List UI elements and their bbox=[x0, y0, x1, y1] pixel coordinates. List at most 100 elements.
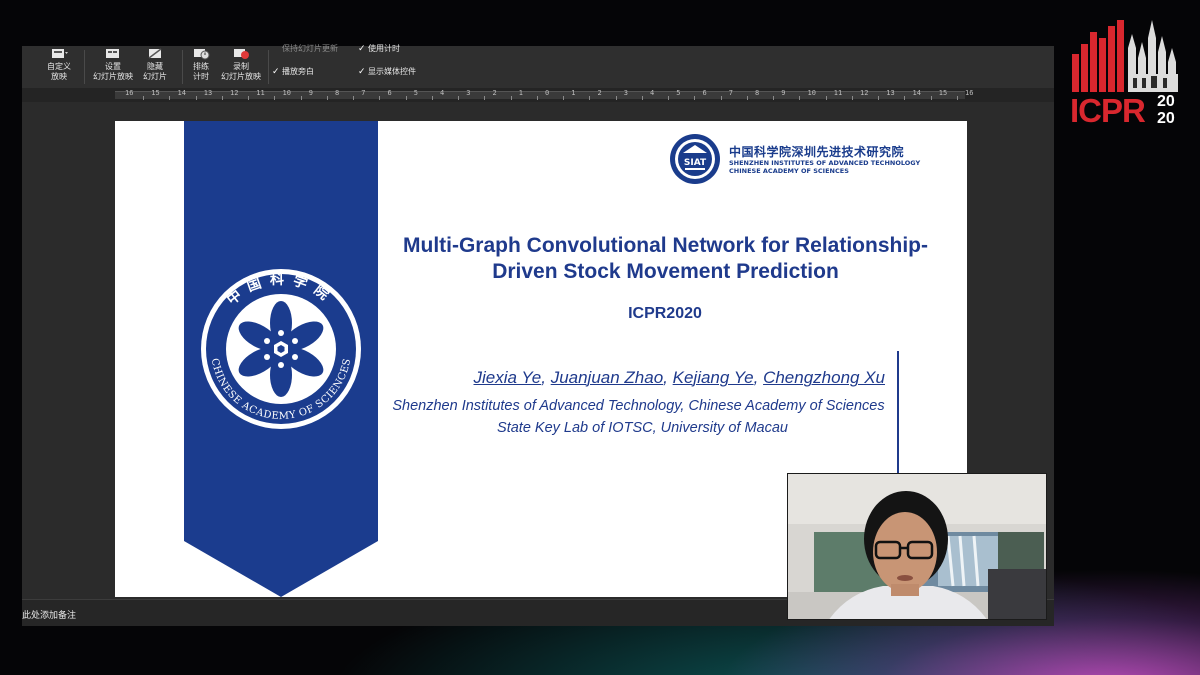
icpr-year-bottom: 20 bbox=[1157, 110, 1175, 127]
ruler-number: 14 bbox=[177, 89, 186, 97]
ruler-tick bbox=[405, 96, 407, 100]
check-icon: ✓ bbox=[272, 67, 280, 77]
ruler-number: 1 bbox=[518, 89, 523, 97]
ruler-tick bbox=[904, 96, 906, 100]
show-media-controls-checkbox[interactable]: ✓ 显示媒体控件 bbox=[358, 66, 416, 77]
ruler-number: 10 bbox=[807, 89, 816, 97]
hide-slide-icon bbox=[148, 48, 162, 59]
author-name: Chengzhong Xu bbox=[763, 368, 885, 387]
institute-chinese-name: 中国科学院深圳先进技术研究院 bbox=[729, 145, 905, 159]
ruler-number: 8 bbox=[335, 89, 340, 97]
ruler-tick bbox=[720, 96, 722, 100]
use-timings-checkbox[interactable]: ✓ 使用计时 bbox=[358, 43, 400, 54]
check-icon: ✓ bbox=[358, 67, 366, 77]
ruler-tick bbox=[930, 96, 932, 100]
ruler-tick bbox=[195, 96, 197, 100]
ruler-number: 16 bbox=[125, 89, 134, 97]
notes-placeholder: 此处添加备注 bbox=[22, 611, 77, 621]
ruler-number: 3 bbox=[466, 89, 471, 97]
ruler-tick bbox=[274, 96, 276, 100]
ruler-number: 16 bbox=[965, 89, 974, 97]
check-icon: ✓ bbox=[358, 44, 366, 54]
keep-slides-updated-checkbox[interactable]: 保持幻灯片更新 bbox=[272, 43, 338, 54]
ruler-tick bbox=[563, 96, 565, 100]
stopwatch-icon bbox=[194, 49, 210, 60]
ruler-tick bbox=[353, 96, 355, 100]
ribbon-separator bbox=[84, 50, 85, 84]
ruler-number: 11 bbox=[833, 89, 843, 97]
ruler-tick bbox=[379, 96, 381, 100]
slide-title: Multi-Graph Convolutional Network for Re… bbox=[373, 233, 958, 285]
custom-slideshow-label: 自定义 放映 bbox=[47, 62, 71, 81]
cas-emblem: 中国科学院 CHINESE ACADEMY OF SCIENCES bbox=[201, 269, 361, 429]
hide-slide-button[interactable]: 隐藏 幻灯片 bbox=[132, 46, 178, 88]
ruler-tick bbox=[169, 96, 171, 100]
ruler-tick bbox=[825, 96, 827, 100]
record-icon bbox=[234, 49, 249, 59]
ruler-tick bbox=[536, 96, 538, 100]
ruler-number: 5 bbox=[676, 89, 681, 97]
ruler-number: 7 bbox=[728, 89, 733, 97]
ruler-tick bbox=[326, 96, 328, 100]
title-line-1: Multi-Graph Convolutional Network for Re… bbox=[403, 234, 928, 257]
ruler-number: 13 bbox=[203, 89, 213, 97]
setup-slideshow-button[interactable]: 设置 幻灯片放映 bbox=[90, 46, 136, 88]
ruler-number: 4 bbox=[650, 89, 655, 97]
hide-slide-label: 隐藏 幻灯片 bbox=[143, 62, 167, 81]
ruler-number: 9 bbox=[308, 89, 313, 97]
ruler-number: 8 bbox=[755, 89, 760, 97]
ruler-number: 9 bbox=[781, 89, 786, 97]
ruler-tick bbox=[878, 96, 880, 100]
siat-logo-text: SIAT bbox=[684, 158, 707, 168]
siat-logo: SIAT bbox=[670, 134, 720, 184]
ruler-number: 12 bbox=[230, 89, 239, 97]
affiliation-2: State Key Lab of IOTSC, University of Ma… bbox=[497, 420, 788, 436]
ruler-number: 2 bbox=[597, 89, 602, 97]
ruler-number: 11 bbox=[256, 89, 265, 97]
ruler-tick bbox=[746, 96, 748, 100]
ruler-number: 5 bbox=[413, 89, 418, 97]
slideshow-icon bbox=[52, 49, 68, 58]
conference-name: ICPR2020 bbox=[628, 305, 702, 322]
title-line-2: Driven Stock Movement Prediction bbox=[492, 260, 839, 283]
ruler-tick bbox=[668, 96, 670, 100]
ruler-tick bbox=[589, 96, 591, 100]
ruler-number: 6 bbox=[702, 89, 707, 97]
institute-english-name-2: CHINESE ACADEMY OF SCIENCES bbox=[729, 167, 849, 175]
play-narrations-checkbox[interactable]: ✓ 播放旁白 bbox=[272, 66, 314, 77]
ruler-number: 12 bbox=[860, 89, 869, 97]
ruler-tick bbox=[956, 96, 958, 100]
cas-banner: 中国科学院 CHINESE ACADEMY OF SCIENCES bbox=[184, 121, 378, 597]
ruler-number: 10 bbox=[282, 89, 291, 97]
ruler-tick bbox=[248, 96, 250, 100]
ruler-tick bbox=[300, 96, 302, 100]
ruler-tick bbox=[221, 96, 223, 100]
ruler-number: 4 bbox=[440, 89, 445, 97]
ruler-number: 2 bbox=[492, 89, 497, 97]
author-list: Jiexia Ye, Juanjuan Zhao, Kejiang Ye, Ch… bbox=[473, 368, 886, 387]
ruler-tick bbox=[510, 96, 512, 100]
horizontal-ruler[interactable]: 16 15 14 13 12 11 10 9 8 7 6 5 4 3 2 1 0 1 2 3 4 5 6 7 8 9 10 11 12 1… bbox=[22, 88, 1054, 102]
setup-slideshow-label: 设置 幻灯片放映 bbox=[93, 62, 133, 81]
ruler-tick bbox=[799, 96, 801, 100]
ruler-number: 14 bbox=[912, 89, 921, 97]
ruler-number: 1 bbox=[571, 89, 576, 97]
ruler-tick bbox=[431, 96, 433, 100]
record-slideshow-button[interactable]: 录制 幻灯片放映 bbox=[218, 46, 264, 88]
author-name: Kejiang Ye bbox=[672, 368, 754, 387]
ruler-number: 13 bbox=[886, 89, 895, 97]
custom-slideshow-button[interactable]: 自定义 放映 bbox=[36, 46, 82, 88]
ribbon-toolbar: 自定义 放映 设置 幻灯片放映 隐藏 幻灯片 排练 计时 录制 幻灯片放映 保持… bbox=[22, 43, 1054, 88]
icpr-year-top: 20 bbox=[1157, 93, 1175, 110]
record-slideshow-label: 录制 幻灯片放映 bbox=[221, 62, 261, 81]
ruler-tick bbox=[641, 96, 643, 100]
affiliation-1: Shenzhen Institutes of Advanced Technolo… bbox=[392, 398, 885, 414]
ruler-tick bbox=[773, 96, 775, 100]
presenter-webcam bbox=[787, 473, 1047, 620]
setup-slideshow-icon bbox=[106, 49, 119, 58]
ruler-tick bbox=[694, 96, 696, 100]
ruler-tick bbox=[484, 96, 486, 100]
ruler-tick bbox=[458, 96, 460, 100]
author-name: Jiexia Ye bbox=[473, 368, 542, 387]
ruler-number: 6 bbox=[387, 89, 392, 97]
